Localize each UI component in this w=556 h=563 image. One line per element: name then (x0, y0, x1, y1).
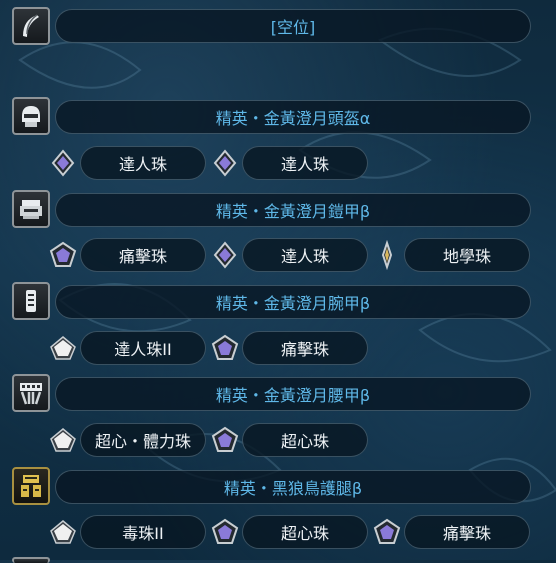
armor-row-legs[interactable]: 精英・黑狼鳥護腿β (0, 467, 556, 507)
decoration-slot[interactable]: 痛擊珠 (404, 515, 530, 549)
armor-name-waist[interactable]: 精英・金黃澄月腰甲β (55, 377, 531, 411)
armor-name-arms[interactable]: 精英・金黃澄月腕甲β (55, 285, 531, 319)
armor-row-arms[interactable]: 精英・金黃澄月腕甲β (0, 282, 556, 322)
deco-row-helmet: 達人珠 達人珠 (0, 145, 556, 181)
decoration-slot[interactable]: 毒珠II (80, 515, 206, 549)
helmet-icon (12, 97, 50, 135)
armor-name-legs[interactable]: 精英・黑狼鳥護腿β (55, 470, 531, 504)
decoration-slot[interactable]: 超心珠 (242, 423, 368, 457)
purple-deco-slot-icon (211, 518, 239, 544)
decoration-slot[interactable]: 痛擊珠 (80, 238, 206, 272)
arm-armor-icon (12, 282, 50, 320)
deco-row-legs: 毒珠II 超心珠 痛擊珠 (0, 514, 556, 550)
charm-icon (12, 557, 50, 563)
purple-deco-slot-icon (373, 518, 401, 544)
armor-row-helmet[interactable]: 精英・金黃澄月頭盔α (0, 97, 556, 137)
gold-deco-slot-icon (381, 240, 393, 270)
deco-row-waist: 超心・體力珠 超心珠 (0, 422, 556, 458)
purple-deco-slot-icon (213, 241, 237, 269)
white-deco-slot-icon (50, 428, 76, 452)
decoration-slot[interactable]: 達人珠 (80, 146, 206, 180)
decoration-slot[interactable]: 痛擊珠 (242, 331, 368, 365)
purple-deco-slot-icon (51, 149, 75, 177)
purple-deco-slot-icon (211, 426, 239, 452)
decoration-slot[interactable]: 地學珠 (404, 238, 530, 272)
armor-row-chest[interactable]: 精英・金黃澄月鎧甲β (0, 190, 556, 230)
decoration-slot[interactable]: 達人珠 (242, 238, 368, 272)
decoration-slot[interactable]: 超心・體力珠 (80, 423, 206, 457)
chest-armor-icon (12, 190, 50, 228)
waist-armor-icon (12, 374, 50, 412)
purple-deco-slot-icon (211, 334, 239, 360)
white-deco-slot-icon (50, 336, 76, 360)
decoration-slot[interactable]: 超心珠 (242, 515, 368, 549)
decoration-slot[interactable]: 達人珠 (242, 146, 368, 180)
armor-name-chest[interactable]: 精英・金黃澄月鎧甲β (55, 193, 531, 227)
leg-armor-icon (12, 467, 50, 505)
weapon-name[interactable]: [空位] (55, 9, 531, 43)
purple-deco-slot-icon (213, 149, 237, 177)
purple-deco-slot-icon (49, 241, 77, 267)
armor-name-helmet[interactable]: 精英・金黃澄月頭盔α (55, 100, 531, 134)
armor-row-waist[interactable]: 精英・金黃澄月腰甲β (0, 374, 556, 414)
decoration-slot[interactable]: 達人珠II (80, 331, 206, 365)
weapon-row[interactable]: [空位] (0, 5, 556, 45)
deco-row-arms: 達人珠II 痛擊珠 (0, 330, 556, 366)
deco-row-chest: 痛擊珠 達人珠 地學珠 (0, 237, 556, 273)
weapon-icon (12, 7, 50, 45)
white-deco-slot-icon (50, 520, 76, 544)
